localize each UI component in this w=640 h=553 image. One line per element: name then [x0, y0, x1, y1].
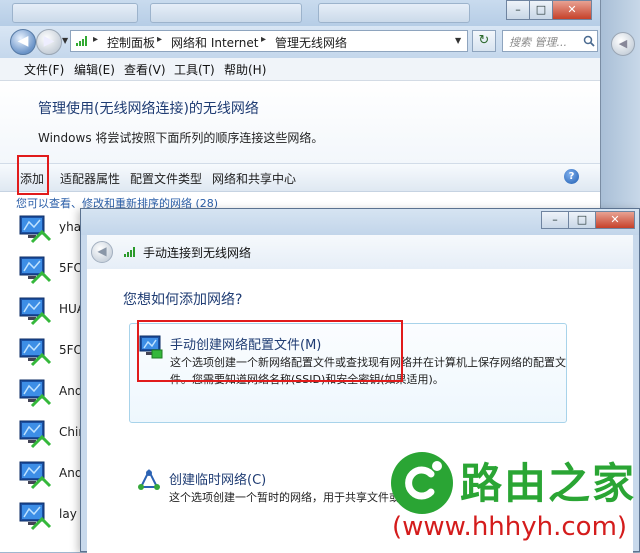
watermark-brand-name: 路由之家: [460, 459, 637, 508]
menu-bar: 文件(F) 编辑(E) 查看(V) 工具(T) 帮助(H): [0, 58, 600, 81]
maximize-button[interactable]: □: [529, 0, 553, 20]
menu-tools[interactable]: 工具(T): [174, 61, 215, 78]
breadcrumb-network-internet[interactable]: 网络和 Internet: [171, 34, 258, 51]
page-description: Windows 将尝试按照下面所列的顺序连接这些网络。: [38, 131, 324, 145]
dialog-titlebar: – □ ✕: [81, 209, 639, 235]
menu-view[interactable]: 查看(V): [124, 61, 166, 78]
network-list-item[interactable]: Chin: [14, 415, 86, 451]
network-list-item[interactable]: And: [14, 374, 84, 410]
breadcrumb-manage-wireless[interactable]: 管理无线网络: [275, 34, 347, 51]
command-bar: 添加 适配器属性 配置文件类型 网络和共享中心 ?: [0, 163, 600, 192]
wireless-network-icon: [19, 379, 52, 408]
refresh-button[interactable]: ↻: [472, 30, 496, 52]
router-home-logo-icon: [391, 452, 453, 514]
dialog-header: ◀ 手动连接到无线网络: [87, 235, 633, 269]
breadcrumb-control-panel[interactable]: 控制面板: [107, 34, 155, 51]
back-button[interactable]: ◀: [91, 241, 113, 263]
maximize-button[interactable]: □: [568, 211, 596, 229]
network-list-item[interactable]: HUA: [14, 292, 85, 328]
adapter-properties-button[interactable]: 适配器属性: [60, 170, 120, 187]
wireless-network-icon: [19, 215, 52, 244]
network-list-item[interactable]: 5FO: [14, 251, 84, 287]
option-adhoc-title: 创建临时网络(C): [169, 473, 267, 488]
network-list-item[interactable]: lay: [14, 497, 84, 533]
back-button[interactable]: ◀: [611, 32, 635, 56]
address-dropdown-icon[interactable]: ▼: [455, 36, 461, 45]
back-button[interactable]: ◀: [10, 29, 36, 55]
menu-file[interactable]: 文件(F): [24, 61, 64, 78]
profile-types-button[interactable]: 配置文件类型: [130, 170, 202, 187]
content-header: [0, 81, 600, 163]
highlight-box-manual: [137, 320, 403, 382]
wireless-network-icon: [19, 461, 52, 490]
menu-help[interactable]: 帮助(H): [224, 61, 266, 78]
navigation-bar: ◀ ▶ ▼ ▸ 控制面板 ▸ 网络和 Internet ▸ 管理无线网络 ▼ ↻…: [0, 26, 600, 58]
window-titlebar: – □ ✕: [0, 0, 600, 26]
network-name: lay: [59, 507, 77, 521]
search-input[interactable]: 搜索 管理...: [502, 30, 598, 52]
option-adhoc-description: 这个选项创建一个暂时的网络，用于共享文件或: [169, 491, 400, 504]
menu-edit[interactable]: 编辑(E): [74, 61, 115, 78]
add-network-question: 您想如何添加网络?: [123, 292, 243, 308]
network-name: yha: [59, 220, 82, 234]
recent-pages-chevron-icon[interactable]: ▼: [62, 36, 68, 45]
breadcrumb-separator-icon: ▸: [261, 34, 267, 45]
address-field[interactable]: ▸ 控制面板 ▸ 网络和 Internet ▸ 管理无线网络 ▼: [70, 30, 468, 52]
wireless-network-icon: [19, 502, 52, 531]
search-icon[interactable]: [583, 35, 595, 47]
watermark-url: (www.hhhyh.com): [392, 512, 628, 542]
page-title: 管理使用(无线网络连接)的无线网络: [38, 101, 259, 117]
network-list-item[interactable]: And: [14, 456, 84, 492]
network-list-item[interactable]: 5FO: [14, 333, 84, 369]
background-tab[interactable]: [318, 3, 470, 23]
network-name: And: [59, 384, 83, 398]
highlight-box-add: [17, 155, 49, 195]
breadcrumb-separator-icon: ▸: [157, 34, 163, 45]
background-tab[interactable]: [12, 3, 138, 23]
wireless-network-icon: [19, 420, 52, 449]
search-placeholder: 搜索 管理...: [509, 36, 567, 49]
close-button[interactable]: ✕: [595, 211, 635, 229]
minimize-button[interactable]: –: [506, 0, 530, 20]
dialog-title: 手动连接到无线网络: [143, 246, 252, 260]
network-signal-icon: [76, 36, 87, 46]
wireless-signal-icon: [124, 247, 135, 257]
background-tab[interactable]: [150, 3, 302, 23]
close-button[interactable]: ✕: [552, 0, 592, 20]
network-name: And: [59, 466, 83, 480]
network-sharing-center-button[interactable]: 网络和共享中心: [212, 170, 296, 187]
network-list-item[interactable]: yha: [14, 210, 84, 246]
wireless-network-icon: [19, 256, 52, 285]
adhoc-network-icon: [138, 469, 160, 490]
help-icon[interactable]: ?: [564, 169, 579, 184]
wireless-network-icon: [19, 297, 52, 326]
breadcrumb-separator-icon: ▸: [93, 34, 99, 45]
forward-button[interactable]: ▶: [36, 29, 62, 55]
minimize-button[interactable]: –: [541, 211, 569, 229]
wireless-network-icon: [19, 338, 52, 367]
